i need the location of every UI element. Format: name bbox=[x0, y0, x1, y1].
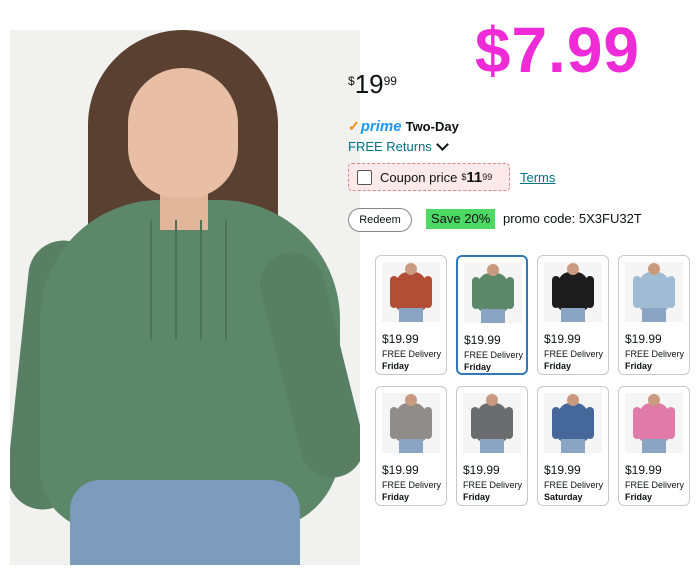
variant-model-head bbox=[648, 263, 660, 275]
variant-shirt bbox=[639, 403, 669, 441]
color-variant-swatch[interactable]: $19.99 FREE Delivery Friday bbox=[537, 255, 609, 375]
pleat-detail bbox=[225, 220, 227, 340]
variant-model-jeans bbox=[480, 439, 504, 453]
promo-code-text: promo code: 5X3FU32T bbox=[503, 211, 642, 226]
coupon-price-fraction: 99 bbox=[482, 172, 493, 182]
variant-delivery-day: Friday bbox=[464, 362, 492, 372]
color-variant-swatch[interactable]: $19.99 FREE Delivery Friday bbox=[618, 386, 690, 506]
variant-model-head bbox=[567, 394, 579, 406]
variant-thumbnail bbox=[625, 393, 683, 453]
free-returns-label: FREE Returns bbox=[348, 139, 432, 154]
color-variant-swatch[interactable]: $19.99 FREE Delivery Friday bbox=[618, 255, 690, 375]
variant-thumbnail bbox=[544, 262, 602, 322]
chevron-down-icon bbox=[435, 138, 449, 151]
variant-model-jeans bbox=[399, 439, 423, 453]
variant-model-jeans bbox=[561, 439, 585, 453]
variant-shirt bbox=[639, 272, 669, 310]
variant-delivery-day: Friday bbox=[382, 361, 410, 371]
variant-model-head bbox=[487, 264, 499, 276]
variant-price: $19.99 bbox=[463, 463, 500, 477]
pleat-detail bbox=[150, 220, 152, 340]
variant-delivery-day: Friday bbox=[463, 492, 491, 502]
variant-model-head bbox=[567, 263, 579, 275]
price-whole: 19 bbox=[354, 69, 384, 99]
variant-model-head bbox=[486, 394, 498, 406]
coupon-checkbox[interactable] bbox=[357, 169, 372, 185]
variant-delivery-day: Friday bbox=[625, 492, 653, 502]
redeem-button[interactable]: Redeem bbox=[348, 208, 412, 232]
variant-model-head bbox=[405, 394, 417, 406]
variant-price: $19.99 bbox=[544, 463, 581, 477]
variant-price: $19.99 bbox=[382, 332, 419, 346]
variant-delivery-day: Saturday bbox=[544, 492, 583, 502]
variant-delivery: FREE Delivery bbox=[544, 349, 604, 359]
coupon-price-whole: 11 bbox=[466, 168, 483, 186]
deal-price: $7.99 bbox=[474, 14, 640, 86]
variant-delivery: FREE Delivery bbox=[464, 350, 524, 360]
prime-logo: prime bbox=[360, 118, 402, 135]
variant-price: $19.99 bbox=[544, 332, 581, 346]
variant-thumbnail bbox=[544, 393, 602, 453]
variant-delivery-day: Friday bbox=[382, 492, 410, 502]
product-image[interactable] bbox=[10, 30, 360, 565]
variant-shirt bbox=[478, 273, 508, 311]
prime-delivery-label: Two-Day bbox=[405, 119, 459, 134]
variant-price: $19.99 bbox=[625, 463, 662, 477]
model-jeans bbox=[70, 480, 300, 565]
variant-delivery: FREE Delivery bbox=[625, 480, 685, 490]
prime-badge[interactable]: ✓ prime Two-Day bbox=[348, 118, 459, 135]
model-face bbox=[128, 68, 238, 198]
variant-model-jeans bbox=[481, 309, 505, 323]
variant-delivery: FREE Delivery bbox=[382, 480, 442, 490]
variant-shirt bbox=[396, 272, 426, 310]
variant-delivery: FREE Delivery bbox=[382, 349, 442, 359]
variant-delivery: FREE Delivery bbox=[544, 480, 604, 490]
variant-price: $19.99 bbox=[464, 333, 501, 347]
variant-shirt bbox=[396, 403, 426, 441]
variant-model-jeans bbox=[561, 308, 585, 322]
variant-delivery: FREE Delivery bbox=[625, 349, 685, 359]
coupon-box[interactable]: Coupon price $ 11 99 bbox=[348, 163, 510, 191]
variant-thumbnail bbox=[464, 263, 522, 323]
variant-delivery: FREE Delivery bbox=[463, 480, 523, 490]
variant-delivery-day: Friday bbox=[625, 361, 653, 371]
variant-thumbnail bbox=[382, 393, 440, 453]
variant-shirt bbox=[558, 272, 588, 310]
variant-model-jeans bbox=[399, 308, 423, 322]
variant-thumbnail bbox=[382, 262, 440, 322]
pleat-detail bbox=[200, 220, 202, 340]
price-fraction: 99 bbox=[383, 74, 397, 88]
list-price: $ 19 99 bbox=[348, 70, 397, 98]
variant-thumbnail bbox=[625, 262, 683, 322]
prime-check-icon: ✓ bbox=[348, 118, 360, 134]
variant-thumbnail bbox=[463, 393, 521, 453]
variant-model-jeans bbox=[642, 439, 666, 453]
coupon-terms-link[interactable]: Terms bbox=[520, 170, 555, 185]
color-variant-swatch[interactable]: $19.99 FREE Delivery Friday bbox=[375, 386, 447, 506]
color-variant-swatch[interactable]: $19.99 FREE Delivery Friday bbox=[375, 255, 447, 375]
price-symbol: $ bbox=[348, 74, 355, 88]
variant-price: $19.99 bbox=[625, 332, 662, 346]
free-returns-link[interactable]: FREE Returns bbox=[348, 138, 449, 154]
variant-shirt bbox=[477, 403, 507, 441]
save-badge: Save 20% bbox=[426, 209, 496, 229]
variant-price: $19.99 bbox=[382, 463, 419, 477]
variant-model-head bbox=[648, 394, 660, 406]
color-variant-swatch[interactable]: $19.99 FREE Delivery Saturday bbox=[537, 386, 609, 506]
color-variant-swatch[interactable]: $19.99 FREE Delivery Friday bbox=[456, 386, 528, 506]
variant-model-jeans bbox=[642, 308, 666, 322]
variant-model-head bbox=[405, 263, 417, 275]
variant-shirt bbox=[558, 403, 588, 441]
color-variant-swatch[interactable]: $19.99 FREE Delivery Friday bbox=[456, 255, 528, 375]
variant-delivery-day: Friday bbox=[544, 361, 572, 371]
coupon-label: Coupon price bbox=[380, 169, 458, 185]
pleat-detail bbox=[175, 220, 177, 340]
